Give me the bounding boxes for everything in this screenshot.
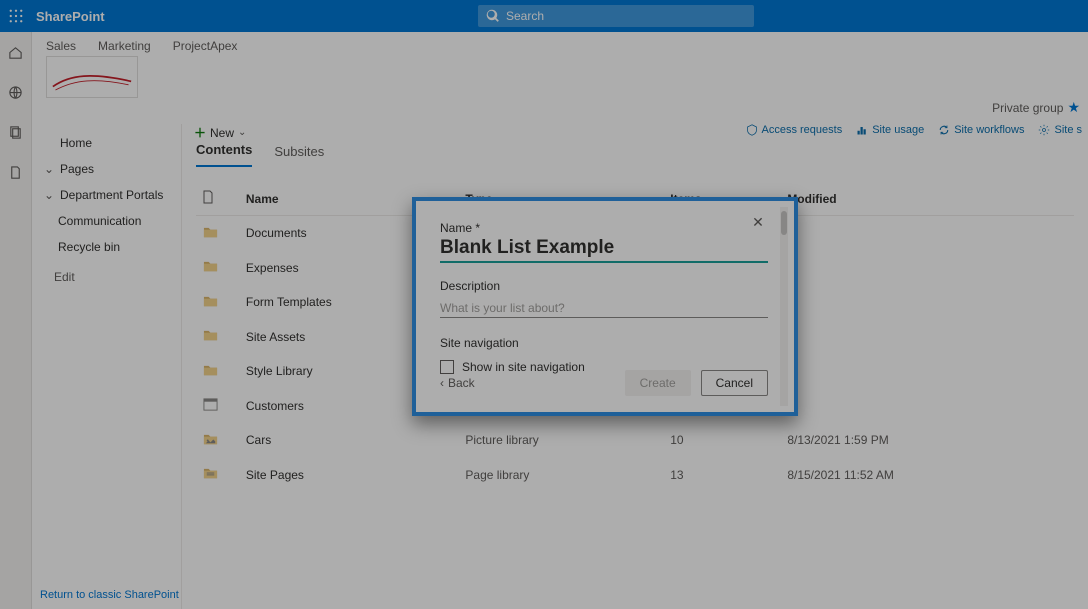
modal-overlay [0, 0, 1088, 609]
